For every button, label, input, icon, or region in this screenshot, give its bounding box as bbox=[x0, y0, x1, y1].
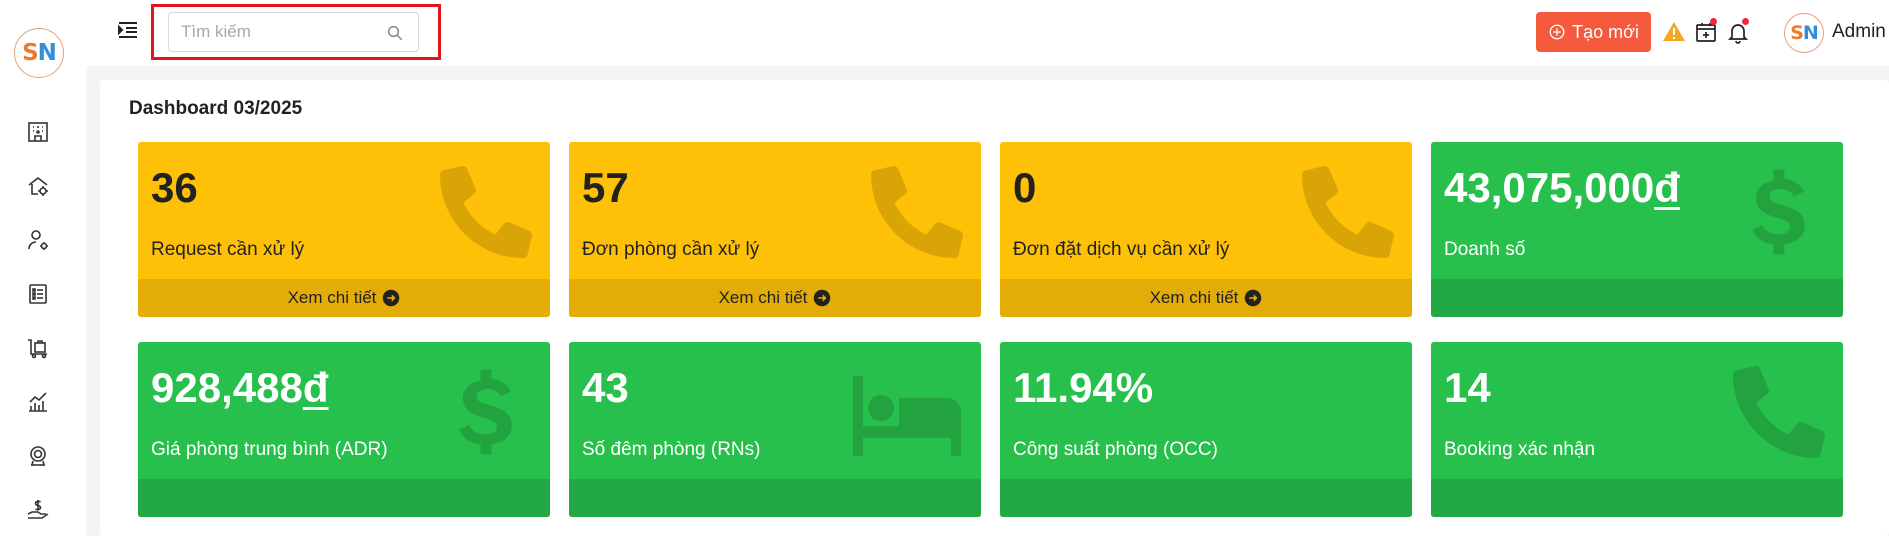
card-room-orders: 57 Đơn phòng cần xử lý Xem chi tiết bbox=[569, 142, 981, 317]
card-footer bbox=[1000, 479, 1412, 517]
avatar-letter-s: S bbox=[1790, 22, 1804, 44]
arrow-circle-right-icon bbox=[1244, 289, 1262, 307]
user-settings-icon[interactable] bbox=[24, 226, 52, 254]
dollar-icon bbox=[1733, 166, 1825, 258]
search-box[interactable] bbox=[168, 12, 419, 52]
app-logo[interactable]: SN bbox=[14, 28, 64, 78]
card-service-orders: 0 Đơn đặt dịch vụ cần xử lý Xem chi tiết bbox=[1000, 142, 1412, 317]
search-input[interactable] bbox=[181, 21, 381, 43]
arrow-circle-right-icon bbox=[813, 289, 831, 307]
card-value: 36 bbox=[151, 164, 198, 211]
card-value: 0 bbox=[1013, 164, 1037, 211]
logo-letter-s: S bbox=[22, 40, 39, 66]
menu-toggle-icon[interactable] bbox=[116, 18, 140, 42]
view-details-link[interactable]: Xem chi tiết bbox=[138, 279, 550, 317]
card-occupancy: 11.94% Công suất phòng (OCC) bbox=[1000, 342, 1412, 517]
currency-symbol: đ bbox=[302, 364, 329, 411]
luggage-cart-icon[interactable] bbox=[24, 334, 52, 362]
revenue-number: 43,075,000 bbox=[1444, 164, 1655, 211]
plus-circle-icon bbox=[1549, 24, 1565, 40]
card-value: 14 bbox=[1444, 364, 1491, 411]
checklist-icon[interactable] bbox=[24, 280, 52, 308]
dollar-icon bbox=[440, 366, 532, 458]
bed-icon bbox=[851, 366, 963, 458]
card-footer bbox=[1431, 479, 1843, 517]
card-confirmed-bookings: 14 Booking xác nhận bbox=[1431, 342, 1843, 517]
top-header: Tạo mới SN Admin bbox=[86, 0, 1889, 66]
adr-number: 928,488 bbox=[151, 364, 303, 411]
card-label: Đơn phòng cần xử lý bbox=[582, 239, 760, 260]
phone-icon bbox=[871, 166, 963, 258]
card-footer bbox=[569, 479, 981, 517]
calendar-icon[interactable] bbox=[1694, 18, 1718, 44]
card-value: 57 bbox=[582, 164, 629, 211]
chart-report-icon[interactable] bbox=[24, 388, 52, 416]
view-details-label: Xem chi tiết bbox=[287, 288, 377, 307]
card-value: 43,075,000đ bbox=[1444, 164, 1680, 212]
card-adr: 928,488đ Giá phòng trung bình (ADR) bbox=[138, 342, 550, 517]
card-value: 43 bbox=[582, 364, 629, 411]
support-agent-icon[interactable] bbox=[24, 442, 52, 470]
create-new-button[interactable]: Tạo mới bbox=[1536, 12, 1651, 52]
card-footer bbox=[1431, 279, 1843, 317]
card-label: Giá phòng trung bình (ADR) bbox=[151, 439, 388, 460]
hotel-building-icon[interactable] bbox=[24, 118, 52, 146]
warning-icon[interactable] bbox=[1662, 20, 1686, 44]
card-label: Booking xác nhận bbox=[1444, 439, 1596, 460]
card-value: 11.94% bbox=[1013, 364, 1154, 411]
card-room-nights: 43 Số đêm phòng (RNs) bbox=[569, 342, 981, 517]
card-requests: 36 Request cần xử lý Xem chi tiết bbox=[138, 142, 550, 317]
view-details-link[interactable]: Xem chi tiết bbox=[1000, 279, 1412, 317]
calendar-notification-dot bbox=[1710, 18, 1717, 25]
search-icon[interactable] bbox=[386, 24, 404, 42]
view-details-link[interactable]: Xem chi tiết bbox=[569, 279, 981, 317]
user-name[interactable]: Admin bbox=[1832, 21, 1886, 43]
card-value: 928,488đ bbox=[151, 364, 328, 412]
phone-icon bbox=[440, 166, 532, 258]
avatar-letter-n: N bbox=[1802, 22, 1819, 44]
user-avatar[interactable]: SN bbox=[1784, 13, 1824, 53]
bell-icon[interactable] bbox=[1726, 18, 1750, 44]
card-label: Đơn đặt dịch vụ cần xử lý bbox=[1013, 239, 1230, 260]
card-label: Request cần xử lý bbox=[151, 239, 305, 260]
dashboard-title: Dashboard 03/2025 bbox=[129, 98, 303, 119]
arrow-circle-right-icon bbox=[382, 289, 400, 307]
view-details-label: Xem chi tiết bbox=[1149, 288, 1239, 307]
bell-notification-dot bbox=[1742, 18, 1749, 25]
card-label: Doanh số bbox=[1444, 239, 1526, 260]
card-revenue: 43,075,000đ Doanh số bbox=[1431, 142, 1843, 317]
phone-icon bbox=[1733, 366, 1825, 458]
card-label: Số đêm phòng (RNs) bbox=[582, 439, 761, 460]
card-label: Công suất phòng (OCC) bbox=[1013, 439, 1218, 460]
money-hand-icon[interactable] bbox=[24, 496, 52, 524]
card-footer bbox=[138, 479, 550, 517]
create-new-label: Tạo mới bbox=[1572, 21, 1639, 42]
dashboard-panel: Dashboard 03/2025 36 Request cần xử lý X… bbox=[100, 80, 1889, 536]
phone-icon bbox=[1302, 166, 1394, 258]
view-details-label: Xem chi tiết bbox=[718, 288, 808, 307]
currency-symbol: đ bbox=[1654, 164, 1680, 211]
home-settings-icon[interactable] bbox=[24, 172, 52, 200]
logo-letter-n: N bbox=[37, 40, 57, 66]
sidebar: SN bbox=[0, 0, 86, 536]
